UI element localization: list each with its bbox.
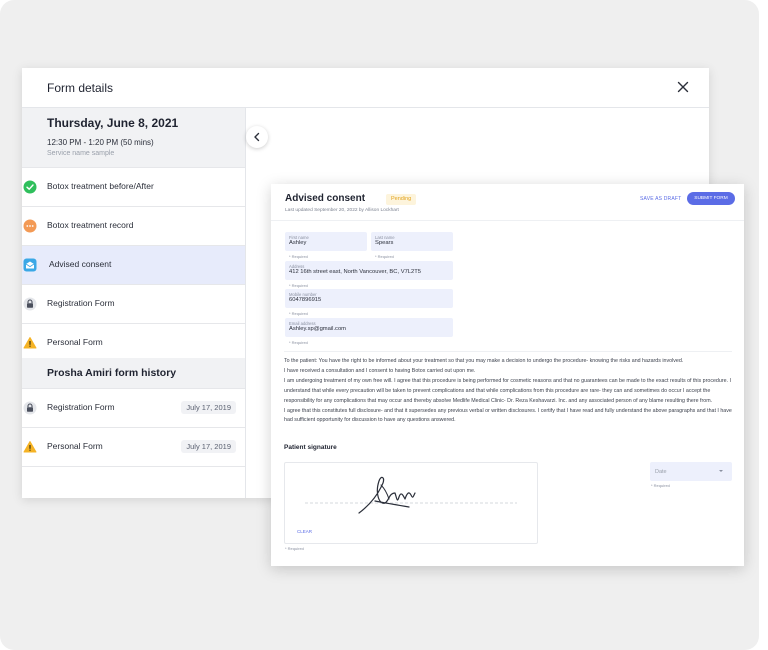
required-note: * Required <box>651 483 670 488</box>
signature-title: Patient signature <box>284 444 337 451</box>
history-item-registration[interactable]: Registration Form July 17, 2019 <box>22 388 245 427</box>
consent-text: To the patient: You have the right to be… <box>284 357 734 426</box>
required-note: * Required <box>289 340 308 345</box>
consent-paragraph: I have received a consultation and I con… <box>284 367 476 374</box>
form-item-label: Botox treatment before/After <box>47 181 154 191</box>
required-note: * Required <box>289 283 308 288</box>
history-item-personal[interactable]: Personal Form July 17, 2019 <box>22 427 245 467</box>
required-note: * Required <box>375 254 394 259</box>
field-value: Ashley.sp@gmail.com <box>289 326 347 332</box>
form-item-personal[interactable]: Personal Form <box>22 323 245 362</box>
form-item-label: Registration Form <box>47 298 115 308</box>
form-item-botox-before-after[interactable]: Botox treatment before/After <box>22 167 245 206</box>
first-name-field[interactable]: First name Ashley <box>285 232 367 251</box>
history-title: Prosha Amiri form history <box>47 367 177 379</box>
consent-paragraph: I agree that this constitutes full discl… <box>284 407 732 424</box>
panel-header: Form details <box>22 68 709 108</box>
lock-icon <box>23 401 37 415</box>
last-updated-text: Last updated September 20, 2022 by Allis… <box>285 208 399 213</box>
submit-form-button[interactable]: SUBMIT FORM <box>687 192 735 205</box>
address-field[interactable]: Address 412 16th street east, North Vanc… <box>285 261 453 280</box>
history-item-label: Personal Form <box>47 441 103 451</box>
consent-divider <box>284 351 732 352</box>
consent-paragraph: To the patient: You have the right to be… <box>284 358 684 364</box>
appointment-summary: Thursday, June 8, 2021 12:30 PM - 1:20 P… <box>22 108 245 167</box>
header-divider <box>271 220 744 221</box>
close-icon[interactable] <box>675 79 691 95</box>
form-item-label: Personal Form <box>47 337 103 347</box>
lock-icon <box>23 297 37 311</box>
form-item-label: Advised consent <box>49 259 112 269</box>
warning-icon <box>23 441 37 453</box>
dots-circle-icon <box>23 219 37 233</box>
forms-sidebar: Thursday, June 8, 2021 12:30 PM - 1:20 P… <box>22 108 246 498</box>
form-item-registration[interactable]: Registration Form <box>22 284 245 323</box>
advised-consent-card: Advised consent Pending Last updated Sep… <box>271 184 744 566</box>
field-value: 6047896915 <box>289 297 322 303</box>
required-note: * Required <box>285 546 304 551</box>
mobile-number-field[interactable]: Mobile number 6047896915 <box>285 289 453 308</box>
required-note: * Required <box>289 311 308 316</box>
history-item-label: Registration Form <box>47 402 115 412</box>
chevron-left-icon <box>254 132 260 142</box>
service-name: Service name sample <box>47 150 115 157</box>
last-name-field[interactable]: Last name Spears <box>371 232 453 251</box>
email-field[interactable]: Email address Ashley.sp@gmail.com <box>285 318 453 337</box>
appointment-date: Thursday, June 8, 2021 <box>47 116 179 130</box>
date-select[interactable]: Date <box>650 462 732 481</box>
signature-drawing <box>305 476 517 514</box>
history-header: Prosha Amiri form history <box>22 358 245 388</box>
form-title: Advised consent <box>285 193 366 204</box>
date-placeholder: Date <box>655 469 667 475</box>
consent-paragraph: I am undergoing treatment of my own free… <box>284 377 731 404</box>
caret-down-icon <box>719 470 723 472</box>
collapse-sidebar-button[interactable] <box>246 126 268 148</box>
field-value: Spears <box>375 240 394 246</box>
form-item-botox-record[interactable]: Botox treatment record <box>22 206 245 245</box>
appointment-time: 12:30 PM - 1:20 PM (50 mins) <box>47 138 154 147</box>
field-value: Ashley <box>289 240 307 246</box>
check-circle-icon <box>23 180 37 194</box>
panel-title: Form details <box>47 81 114 95</box>
history-item-date: July 17, 2019 <box>181 440 236 453</box>
signature-pad[interactable]: CLEAR <box>284 462 538 544</box>
warning-icon <box>23 337 37 349</box>
form-item-advised-consent[interactable]: Advised consent <box>22 245 245 284</box>
required-note: * Required <box>289 254 308 259</box>
field-value: 412 16th street east, North Vancouver, B… <box>289 269 422 275</box>
history-item-date: July 17, 2019 <box>181 401 236 414</box>
status-badge: Pending <box>386 194 417 205</box>
clear-signature-button[interactable]: CLEAR <box>297 529 312 534</box>
save-draft-button[interactable]: SAVE AS DRAFT <box>640 196 681 202</box>
envelope-open-icon <box>23 258 37 272</box>
form-item-label: Botox treatment record <box>47 220 134 230</box>
